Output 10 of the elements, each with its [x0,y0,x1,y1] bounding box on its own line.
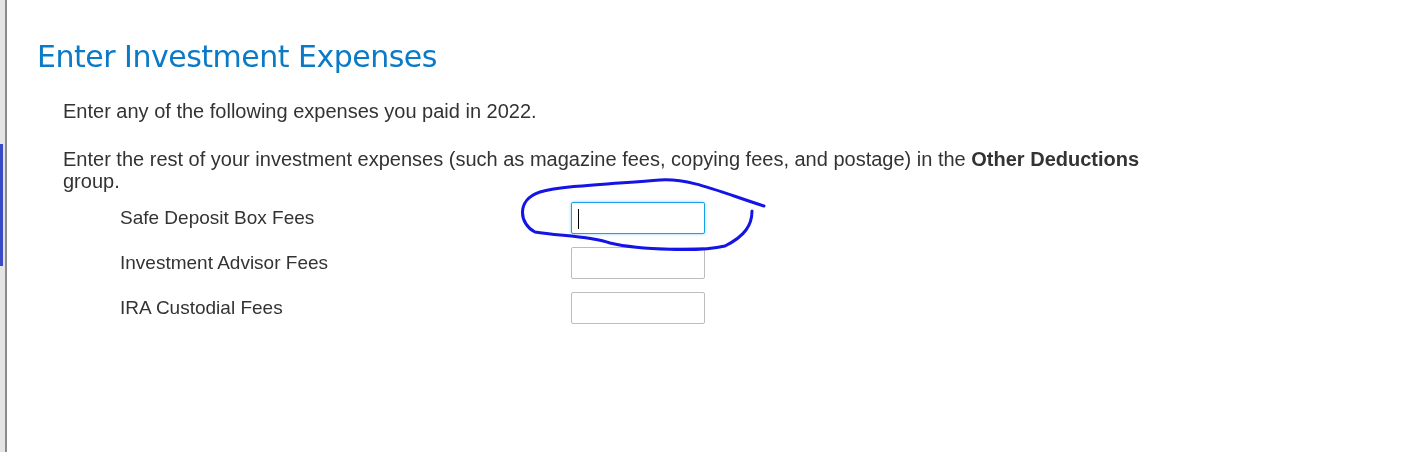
instruction-text: Enter the rest of your investment expenses (such as magazine fees, copying fees, and postage) in the Other Deductions group. [63,148,1141,192]
instruction-text: Enter any of the following expenses you paid in 2022. [63,100,538,122]
text-cursor [578,209,579,229]
input-field[interactable] [571,246,705,279]
input-field[interactable] [571,201,705,234]
field-label: IRA Custodial Fees [120,296,284,319]
field-label: Investment Advisor Fees [120,251,330,274]
page-title: Enter Investment Expenses [37,38,438,76]
field-label: Safe Deposit Box Fees [120,206,316,229]
input-field[interactable] [571,291,705,324]
